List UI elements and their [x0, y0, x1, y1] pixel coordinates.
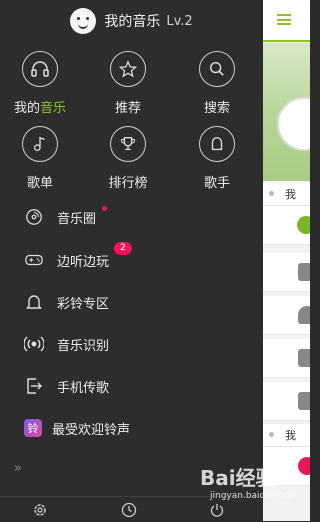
avatar[interactable]: [70, 8, 97, 34]
navigation-drawer: 我的音乐 Lv.2 我的音乐 推荐 搜索 歌单 排行榜 歌手 音乐圈 边听边玩 …: [0, 0, 263, 521]
music-note-icon: [22, 126, 58, 162]
banner-image[interactable]: [263, 43, 310, 181]
section-title: 我: [285, 188, 296, 201]
list-item-label: 音乐圈: [57, 211, 97, 227]
count-badge: 2: [114, 242, 132, 255]
radio-icon: [298, 349, 310, 367]
user-level: Lv.2: [166, 13, 193, 29]
menu-icon[interactable]: [277, 14, 291, 25]
watermark: Bai经验 jingyan.baidu.com: [200, 462, 293, 501]
list-item-ringtone-zone[interactable]: 彩铃专区: [0, 283, 263, 321]
list-item-label: 最受欢迎铃声: [52, 422, 131, 438]
user-icon: [298, 306, 310, 324]
watermark-text: Bai经验: [200, 466, 276, 490]
grid-item-recommend[interactable]: 推荐: [98, 51, 158, 116]
section-header: 我: [263, 424, 310, 447]
download-icon: [298, 392, 310, 410]
clock-icon[interactable]: [121, 502, 137, 518]
list-item-popular-ringtones[interactable]: 铃 最受欢迎铃声: [0, 409, 263, 447]
settings-icon[interactable]: [32, 502, 48, 518]
list-item-label: 手机传歌: [57, 380, 110, 396]
phone-transfer-icon: [24, 376, 44, 396]
section-title: 我: [285, 429, 296, 442]
list-item-music-circle[interactable]: 音乐圈: [0, 198, 263, 236]
list-item-label: 音乐识别: [57, 338, 110, 354]
grid-label: 我的: [13, 101, 40, 116]
grid-label: 排行榜: [108, 176, 148, 191]
list-item[interactable]: [263, 339, 310, 378]
cartoon-image: [277, 97, 310, 151]
gamepad-icon: [24, 250, 44, 270]
grid-item-charts[interactable]: 排行榜: [98, 126, 158, 191]
list-item-play-while-listening[interactable]: 边听边玩 2: [0, 241, 263, 279]
ringtone-app-icon: 铃: [24, 419, 42, 437]
username: 我的音乐: [104, 14, 161, 30]
list-item-label: 彩铃专区: [57, 296, 110, 312]
trophy-icon: [110, 126, 146, 162]
sound-recognize-icon: [24, 334, 44, 354]
power-icon[interactable]: [209, 502, 225, 518]
search-icon: [199, 51, 235, 87]
grid-item-singers[interactable]: 歌手: [187, 126, 247, 191]
list-item[interactable]: [263, 253, 310, 292]
grid-label: 推荐: [114, 101, 141, 116]
list-item[interactable]: [263, 206, 310, 245]
grid-item-my-music[interactable]: 我的音乐: [10, 51, 70, 116]
section-header: 我: [263, 183, 310, 206]
new-dot: [102, 206, 107, 211]
headphones-icon: [22, 51, 58, 87]
user-header[interactable]: 我的音乐 Lv.2: [0, 0, 263, 42]
top-bar: [263, 0, 310, 42]
list-item[interactable]: [263, 296, 310, 335]
list-item-phone-transfer[interactable]: 手机传歌: [0, 367, 263, 405]
grid-item-search[interactable]: 搜索: [187, 51, 247, 116]
list-item[interactable]: [263, 382, 310, 421]
main-content: 我 我: [263, 0, 310, 521]
expand-icon[interactable]: »: [14, 461, 22, 476]
folder-icon: [298, 263, 310, 281]
grid-label: 歌单: [26, 176, 53, 191]
star-icon: [110, 51, 146, 87]
grid-label: 搜索: [203, 101, 230, 116]
grid-item-playlist[interactable]: 歌单: [10, 126, 70, 191]
list-item-label: 边听边玩: [57, 254, 110, 270]
disc-icon: [24, 207, 44, 227]
grid-label: 歌手: [203, 176, 230, 191]
green-icon: [297, 216, 310, 234]
grid-label-highlight: 音乐: [40, 101, 67, 116]
bell-icon: [24, 292, 44, 312]
watermark-url: jingyan.baidu.com: [210, 491, 294, 501]
person-icon: [199, 126, 235, 162]
list-item-music-recognition[interactable]: 音乐识别: [0, 325, 263, 363]
heart-icon: [298, 457, 310, 475]
